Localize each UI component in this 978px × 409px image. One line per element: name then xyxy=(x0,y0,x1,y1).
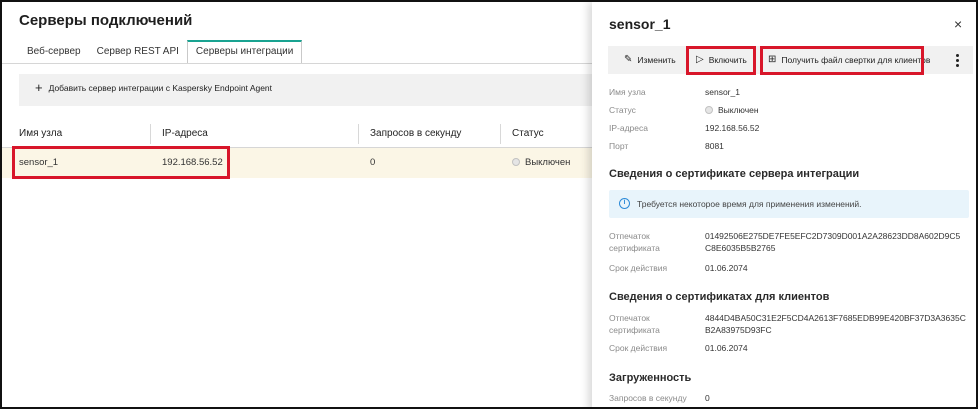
plus-icon: + xyxy=(35,80,43,95)
tabs-divider xyxy=(2,63,592,64)
tab-rest-api[interactable]: Сервер REST API xyxy=(89,40,187,64)
detail-value-ip: 192.168.56.52 xyxy=(705,123,760,133)
detail-label-port: Порт xyxy=(609,141,629,151)
server-fingerprint-label-1: Отпечаток xyxy=(609,231,650,241)
load-rps-label: Запросов в секунду xyxy=(609,393,687,403)
detail-label-ip: IP-адреса xyxy=(609,123,648,133)
close-icon[interactable]: × xyxy=(954,16,962,32)
status-off-icon xyxy=(705,106,713,114)
load-rps-value: 0 xyxy=(705,393,710,403)
highlight-box-enable xyxy=(686,46,756,75)
server-expiry-value: 01.06.2074 xyxy=(705,263,748,273)
detail-value-name: sensor_1 xyxy=(705,87,740,97)
column-header-ip[interactable]: IP-адреса xyxy=(162,128,208,139)
info-icon: i xyxy=(619,198,630,209)
column-header-name[interactable]: Имя узла xyxy=(19,128,62,139)
server-expiry-label: Срок действия xyxy=(609,263,668,273)
server-fingerprint-label-2: сертификата xyxy=(609,243,660,253)
client-cert-heading: Сведения о сертификатах для клиентов xyxy=(609,291,830,303)
tab-bar: Веб-сервер Сервер REST API Серверы интег… xyxy=(19,40,303,64)
detail-value-status: Выключен xyxy=(705,104,759,116)
info-banner-text: Требуется некоторое время для применения… xyxy=(637,199,862,209)
edit-button[interactable]: ✎ Изменить xyxy=(624,54,676,65)
highlight-box-row xyxy=(12,146,230,179)
client-fingerprint-label-1: Отпечаток xyxy=(609,313,650,323)
column-divider xyxy=(150,124,151,144)
column-divider xyxy=(500,124,501,144)
column-divider xyxy=(358,124,359,144)
server-cert-heading: Сведения о сертификате сервера интеграци… xyxy=(609,168,860,180)
details-panel: sensor_1 × ✎ Изменить ▷ Включить ⊞ Получ… xyxy=(592,2,976,407)
add-button-label: Добавить сервер интеграции с Kaspersky E… xyxy=(48,83,273,93)
pencil-icon: ✎ xyxy=(624,54,633,65)
page-title: Серверы подключений xyxy=(19,12,193,29)
window: Серверы подключений Веб-сервер Сервер RE… xyxy=(0,0,978,409)
status-off-icon xyxy=(512,158,520,166)
client-fingerprint-line-2: B2A83975D93FC xyxy=(705,325,772,335)
column-header-rps[interactable]: Запросов в секунду xyxy=(370,128,461,139)
server-fingerprint-line-1: 01492506E275DE7FE5EFC2D7309D001A2A28623D… xyxy=(705,231,961,241)
detail-label-status: Статус xyxy=(609,105,636,115)
client-expiry-label: Срок действия xyxy=(609,343,668,353)
row-status: Выключен xyxy=(512,157,570,168)
more-options-icon[interactable] xyxy=(956,52,960,69)
client-fingerprint-label-2: сертификата xyxy=(609,325,660,335)
tab-web-server[interactable]: Веб-сервер xyxy=(19,40,89,64)
column-header-status[interactable]: Статус xyxy=(512,128,544,139)
detail-label-name: Имя узла xyxy=(609,87,646,97)
server-fingerprint-line-2: C8E6035B5B2765 xyxy=(705,243,776,253)
client-expiry-value: 01.06.2074 xyxy=(705,343,748,353)
info-banner: i Требуется некоторое время для применен… xyxy=(609,190,969,218)
page-toolbar: + Добавить сервер интеграции с Kaspersky… xyxy=(19,74,599,106)
row-rps: 0 xyxy=(370,157,376,168)
add-integration-server-button[interactable]: + Добавить сервер интеграции с Kaspersky… xyxy=(35,80,273,95)
load-heading: Загруженность xyxy=(609,372,692,384)
panel-title: sensor_1 xyxy=(609,16,671,32)
tab-integration-servers[interactable]: Серверы интеграции xyxy=(186,40,303,64)
edit-button-label: Изменить xyxy=(637,54,676,65)
row-status-label: Выключен xyxy=(525,157,571,168)
highlight-box-get-file xyxy=(760,46,924,75)
detail-status-text: Выключен xyxy=(718,105,759,115)
detail-value-port: 8081 xyxy=(705,141,724,151)
client-fingerprint-line-1: 4844D4BA50C31E2F5CD4A2613F7685EDB99E420B… xyxy=(705,313,966,323)
